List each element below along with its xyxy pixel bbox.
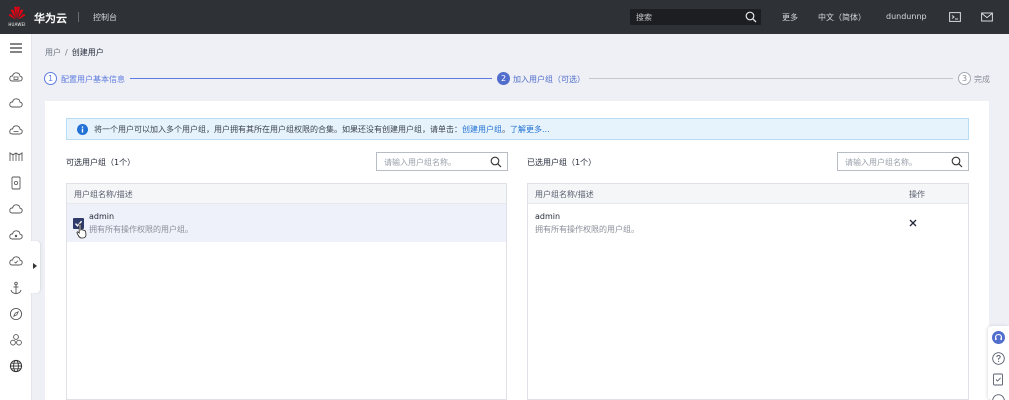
create-group-link[interactable]: 创建用户组 [462,125,502,134]
step-3-number: 3 [958,72,971,85]
available-groups-title: 可选用户组（1个） [66,158,136,167]
global-search[interactable] [630,9,761,25]
table-row[interactable]: admin 拥有所有操作权限的用户组。 [67,204,506,242]
step-1-number: 1 [44,72,57,85]
cluster-icon[interactable] [9,333,23,347]
feedback-icon[interactable] [992,373,1005,386]
info-message: 将一个用户可以加入多个用户组，用户拥有其所在用户组权限的合集。如果还没有创建用户… [94,124,550,135]
search-icon[interactable] [490,156,502,168]
cloud-security-icon[interactable] [9,254,23,268]
table-header: 用户组名称/描述 操作 [528,184,968,204]
group-name: admin [89,212,115,221]
container-icon[interactable] [9,176,23,190]
step-connector-1 [130,78,492,79]
info-banner: 将一个用户可以加入多个用户组，用户拥有其所在用户组权限的合集。如果还没有创建用户… [66,118,969,140]
search-icon[interactable] [951,156,963,168]
step-connector-2 [589,78,953,79]
brand-name[interactable]: 华为云 [34,10,67,26]
table-header: 用户组名称/描述 [67,184,506,204]
anchor-icon[interactable] [9,281,23,295]
menu-icon[interactable] [9,41,23,55]
breadcrumb: 用户 / 创建用户 [45,47,104,58]
cloud-database-icon[interactable] [9,228,23,242]
compass-icon[interactable] [9,307,23,321]
column-header-name: 用户组名称/描述 [74,190,133,199]
breadcrumb-users-link[interactable]: 用户 [45,48,61,57]
sidebar-expand-toggle[interactable] [31,241,40,293]
learn-more-link[interactable]: 了解更多... [510,125,550,134]
info-icon [77,124,88,135]
info-separator: 。 [502,125,510,134]
cloud-icon[interactable] [9,96,23,110]
more-menu[interactable]: 更多 [782,12,798,23]
floating-toolbar [988,326,1009,400]
table-row: admin 拥有所有操作权限的用户组。 [528,204,968,242]
group-description: 拥有所有操作权限的用户组。 [535,225,639,234]
customer-service-icon[interactable] [992,331,1005,344]
info-text: 将一个用户可以加入多个用户组，用户拥有其所在用户组权限的合集。如果还没有创建用户… [94,125,462,134]
column-header-name: 用户组名称/描述 [535,190,594,199]
hand-cursor-icon [76,223,87,239]
selected-groups-search-input[interactable] [845,156,945,168]
step-2-label: 加入用户组（可选） [513,75,585,84]
selected-groups-search[interactable] [837,152,969,171]
cloud-server-icon[interactable] [9,70,23,84]
logo-text: HUAWEI [8,22,26,27]
more-icon[interactable] [992,394,1005,400]
huawei-flower-icon [8,6,26,20]
top-navigation-bar: HUAWEI 华为云 控制台 更多 中文（简体） dundunnp [0,0,1009,34]
global-search-input[interactable] [636,11,736,23]
cloud-storage-icon[interactable] [9,123,23,137]
cloud-network-icon[interactable] [9,202,23,216]
caret-right-icon [33,263,37,269]
search-icon[interactable] [745,11,757,23]
console-link[interactable]: 控制台 [93,12,117,23]
breadcrumb-separator: / [65,48,68,57]
breadcrumb-current: 创建用户 [71,48,104,57]
header-divider [78,12,79,22]
globe-icon[interactable] [9,359,23,373]
group-description: 拥有所有操作权限的用户组。 [89,225,193,234]
step-3-label: 完成 [974,75,990,84]
service-sidebar [0,34,32,400]
selected-groups-title: 已选用户组（1个） [527,158,597,167]
user-menu[interactable]: dundunnp [886,12,927,21]
available-groups-search-input[interactable] [384,156,484,168]
step-1-label: 配置用户基本信息 [61,75,125,84]
available-groups-search[interactable] [376,152,508,171]
language-selector[interactable]: 中文（简体） [818,12,866,23]
group-name: admin [535,212,561,221]
column-header-action: 操作 [909,190,925,199]
terminal-icon[interactable] [949,11,961,23]
selected-groups-table: 用户组名称/描述 操作 admin 拥有所有操作权限的用户组。 [527,183,969,400]
available-groups-table: 用户组名称/描述 admin 拥有所有操作权限的用户组。 [66,183,507,400]
mail-icon[interactable] [981,11,993,23]
huawei-logo[interactable]: HUAWEI [6,5,28,29]
close-icon[interactable] [908,218,918,228]
bridge-icon[interactable] [9,149,23,163]
content-card: 将一个用户可以加入多个用户组，用户拥有其所在用户组权限的合集。如果还没有创建用户… [45,101,989,400]
step-2-number: 2 [497,72,510,85]
help-icon[interactable] [992,352,1005,365]
